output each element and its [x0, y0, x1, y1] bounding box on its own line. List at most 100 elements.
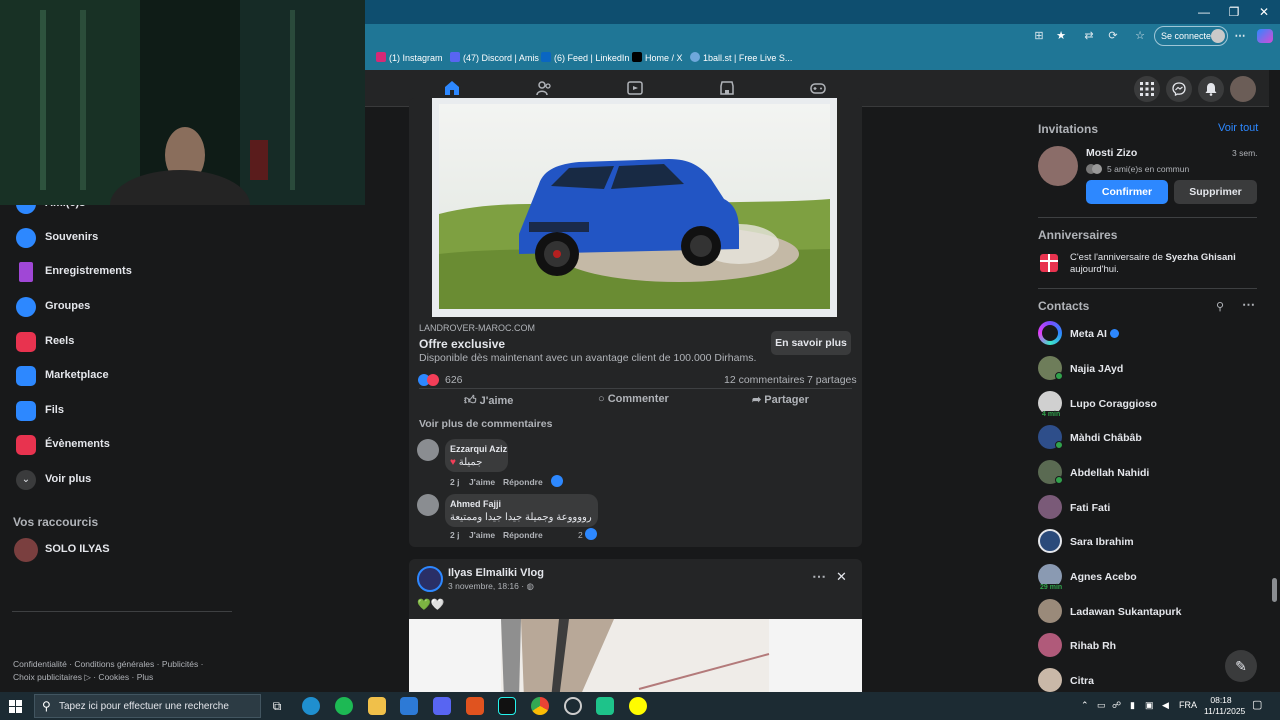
- author-avatar[interactable]: [417, 566, 443, 592]
- notifications-button[interactable]: [1198, 76, 1224, 102]
- commenter-avatar[interactable]: [417, 439, 439, 461]
- bookmark-1ball[interactable]: 1ball.st | Free Live S...: [690, 52, 792, 63]
- favorites-icon[interactable]: ☆: [1133, 29, 1147, 43]
- invite-mutual-friends[interactable]: 5 ami(e)s en commun: [1107, 164, 1189, 174]
- account-avatar[interactable]: [1230, 76, 1256, 102]
- app-icon[interactable]: [596, 697, 614, 715]
- shortcut-solo-ilyas[interactable]: SOLO ILYAS: [12, 535, 312, 565]
- sidebar-item-feeds[interactable]: Fils: [12, 396, 312, 426]
- more-options-icon[interactable]: ⋯: [812, 568, 826, 585]
- display-icon[interactable]: ▣: [1145, 700, 1154, 711]
- chrome-icon[interactable]: [531, 697, 549, 715]
- close-window-icon[interactable]: ✕: [1250, 3, 1278, 21]
- contact-item[interactable]: Màhdi Châbâb: [1038, 423, 1258, 453]
- sidebar-item-saved[interactable]: Enregistrements: [12, 257, 312, 287]
- reactions-count[interactable]: 626: [445, 374, 463, 386]
- contact-item[interactable]: Abdellah Nahidi: [1038, 458, 1258, 488]
- comments-count[interactable]: 12 commentaires: [724, 374, 805, 386]
- copilot-icon[interactable]: [1257, 29, 1273, 43]
- bookmark-x[interactable]: Home / X: [632, 52, 683, 63]
- sidebar-item-marketplace[interactable]: Marketplace: [12, 361, 312, 391]
- divider: [12, 611, 232, 612]
- bookmark-discord[interactable]: (47) Discord | Amis: [450, 52, 539, 63]
- comment-like-link[interactable]: J'aime: [469, 530, 495, 540]
- comment-reply-link[interactable]: Répondre: [503, 530, 543, 540]
- sidebar-item-groups[interactable]: Groupes: [12, 292, 312, 322]
- task-view-icon[interactable]: ⧉: [268, 697, 286, 715]
- confirm-button[interactable]: Confirmer: [1086, 180, 1168, 204]
- brave-icon[interactable]: [466, 697, 484, 715]
- github-desktop-icon[interactable]: [564, 697, 582, 715]
- volume-icon[interactable]: ◀: [1162, 700, 1169, 711]
- bookmark-linkedin[interactable]: (6) Feed | LinkedIn: [541, 52, 629, 63]
- learn-more-button[interactable]: En savoir plus: [771, 331, 851, 355]
- app-available-icon[interactable]: ⊞: [1032, 29, 1046, 43]
- sidebar-item-events[interactable]: Évènements: [12, 430, 312, 460]
- contact-item[interactable]: 4 min Lupo Coraggioso: [1038, 389, 1258, 419]
- tiktok-icon[interactable]: [498, 697, 516, 715]
- post-video[interactable]: [409, 619, 862, 699]
- ad-image-frame[interactable]: [432, 98, 837, 317]
- shares-count[interactable]: 7 partages: [807, 374, 857, 386]
- see-all-link[interactable]: Voir tout: [1218, 122, 1258, 134]
- extensions-icon[interactable]: ⟳: [1106, 29, 1120, 43]
- spotify-icon[interactable]: [335, 697, 353, 715]
- sidebar-item-reels[interactable]: Reels: [12, 327, 312, 357]
- contact-item[interactable]: Meta AI: [1038, 319, 1258, 349]
- messenger-button[interactable]: [1166, 76, 1192, 102]
- comment-reply-link[interactable]: Répondre: [503, 477, 543, 487]
- comment-author[interactable]: Ezzarqui Aziz: [450, 444, 507, 454]
- menu-button[interactable]: [1134, 76, 1160, 102]
- restore-icon[interactable]: ❐: [1220, 3, 1248, 21]
- translate-icon[interactable]: ⇄: [1082, 29, 1096, 43]
- contact-item[interactable]: Sara Ibrahim: [1038, 527, 1258, 557]
- comment-author[interactable]: Ahmed Fajji: [450, 499, 501, 509]
- comment-like-link[interactable]: J'aime: [469, 477, 495, 487]
- scrollbar-thumb[interactable]: [1272, 578, 1277, 602]
- store-icon[interactable]: [400, 697, 418, 715]
- contact-item[interactable]: Fati Fati: [1038, 493, 1258, 523]
- contact-item[interactable]: Ladawan Sukantapurk: [1038, 597, 1258, 627]
- like-button[interactable]: 👍︎ J'aime: [464, 393, 513, 413]
- windows-start-icon[interactable]: [9, 700, 22, 713]
- more-options-icon[interactable]: ⋯: [1242, 297, 1255, 313]
- birthday-text[interactable]: C'est l'anniversaire de Syezha Ghisani au…: [1070, 252, 1260, 276]
- file-explorer-icon[interactable]: [368, 697, 386, 715]
- invite-avatar[interactable]: [1038, 146, 1078, 186]
- commenter-avatar[interactable]: [417, 494, 439, 516]
- edge-icon[interactable]: [302, 697, 320, 715]
- footer-links[interactable]: Confidentialité · Conditions générales ·…: [13, 659, 203, 669]
- notification-center-icon[interactable]: ▢: [1252, 698, 1262, 711]
- post-date[interactable]: 3 novembre, 18:16 · ◍: [448, 581, 534, 592]
- discord-icon[interactable]: [433, 697, 451, 715]
- contact-item[interactable]: 29 min Agnes Acebo: [1038, 562, 1258, 592]
- comment-button[interactable]: ○ Commenter: [598, 393, 669, 413]
- sign-in-button[interactable]: Se connecter: [1154, 26, 1228, 46]
- post-author[interactable]: Ilyas Elmaliki Vlog: [448, 567, 544, 579]
- clock[interactable]: 08:18 11/11/2025: [1204, 695, 1245, 716]
- close-post-icon[interactable]: ✕: [836, 569, 847, 585]
- page-scrollbar[interactable]: [1269, 70, 1280, 690]
- bookmark-instagram[interactable]: (1) Instagram: [376, 52, 443, 63]
- favorite-star-icon[interactable]: ★: [1054, 29, 1068, 43]
- new-message-icon[interactable]: ✎: [1225, 650, 1257, 682]
- chevron-up-icon[interactable]: ⌃: [1081, 700, 1089, 711]
- sidebar-see-more[interactable]: ⌄ Voir plus: [12, 465, 312, 495]
- invite-name[interactable]: Mosti Zizo: [1086, 147, 1137, 159]
- delete-button[interactable]: Supprimer: [1174, 180, 1257, 204]
- snapchat-icon[interactable]: [629, 697, 647, 715]
- battery-icon[interactable]: ▭: [1097, 700, 1106, 711]
- contact-item[interactable]: Najia JAyd: [1038, 354, 1258, 384]
- footer-links-2[interactable]: Choix publicitaires ▷ · Cookies · Plus: [13, 672, 153, 683]
- see-more-comments[interactable]: Voir plus de commentaires: [419, 418, 552, 430]
- search-icon[interactable]: ⚲: [1216, 300, 1224, 313]
- sidebar-item-memories[interactable]: Souvenirs: [12, 223, 312, 253]
- more-options-icon[interactable]: ⋯: [1233, 29, 1247, 43]
- contact-item[interactable]: Rihab Rh: [1038, 631, 1258, 661]
- language-indicator[interactable]: FRA: [1179, 700, 1197, 710]
- minimize-icon[interactable]: —: [1190, 3, 1218, 21]
- share-button[interactable]: ➦ Partager: [752, 393, 809, 413]
- taskbar-search[interactable]: ⚲ Tapez ici pour effectuer une recherche: [34, 694, 261, 718]
- network-icon[interactable]: ☍: [1112, 700, 1121, 711]
- microphone-icon[interactable]: ▮: [1130, 700, 1135, 711]
